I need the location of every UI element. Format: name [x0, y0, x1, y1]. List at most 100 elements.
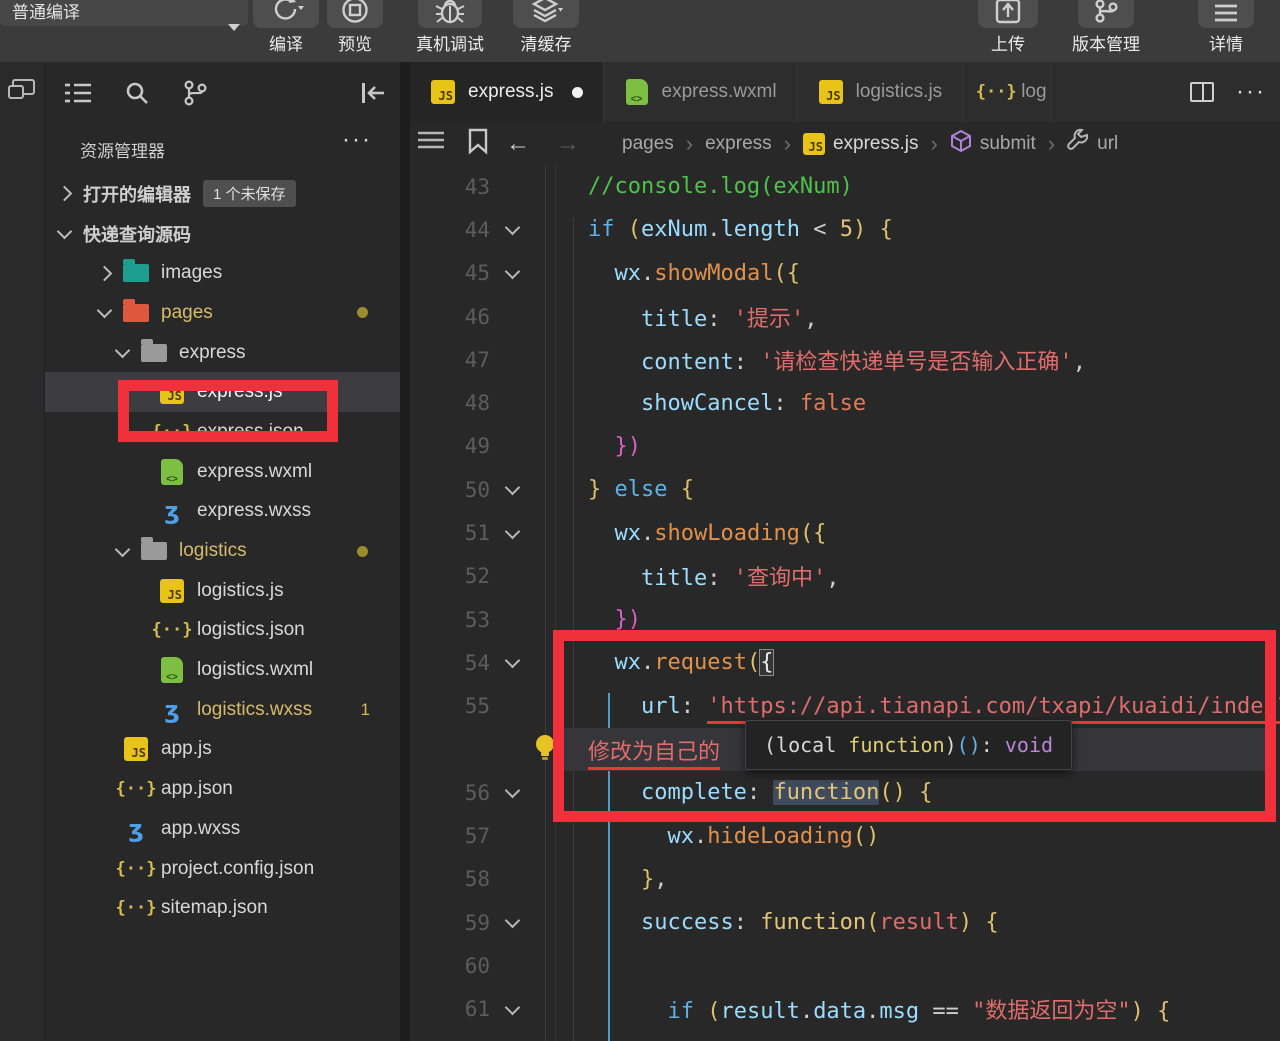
code-line-47[interactable]: 47 content: '请检查快递单号是否输入正确',: [410, 338, 1280, 381]
toolbar-label[interactable]: 详情: [1166, 30, 1280, 55]
code-token: wx: [614, 261, 641, 286]
breadcrumb-item-pages[interactable]: pages: [622, 133, 674, 155]
explorer-more-actions[interactable]: ···: [342, 126, 372, 154]
上传-button[interactable]: [978, 0, 1038, 28]
breadcrumb-item-express.js[interactable]: JSexpress.js: [803, 133, 919, 155]
code-line-51[interactable]: 51 wx.showLoading({: [410, 511, 1280, 554]
tree-item-logistics[interactable]: logistics: [45, 531, 400, 571]
code-token: wx: [667, 824, 694, 849]
fold-chevron-icon[interactable]: [490, 919, 535, 926]
清缓存-button[interactable]: [513, 0, 579, 28]
code-line-49[interactable]: 49 }): [410, 425, 1280, 468]
code-token: 5: [840, 217, 853, 242]
详情-button[interactable]: [1198, 0, 1254, 28]
code-line-61[interactable]: 61 if (result.data.msg == "数据返回为空") {: [410, 988, 1280, 1031]
pages-folder-icon: [123, 304, 149, 322]
fold-chevron-icon[interactable]: [490, 226, 535, 233]
toolbar-label[interactable]: 版本管理: [1046, 30, 1166, 55]
simulator-toggle-icon[interactable]: [8, 78, 36, 102]
menu-icon: [1213, 2, 1239, 24]
code-view[interactable]: 43 //console.log(exNum)44 if (exNum.leng…: [410, 165, 1280, 1041]
tree-item-express.wxml[interactable]: <>express.wxml: [45, 452, 400, 492]
tree-item-logistics.wxss[interactable]: ʒlogistics.wxss1: [45, 690, 400, 730]
chevron-down-icon: [117, 349, 141, 356]
split-editor-icon[interactable]: [1190, 82, 1214, 102]
code-line-50[interactable]: 50 } else {: [410, 468, 1280, 511]
file-label: express.wxss: [197, 500, 311, 522]
fold-chevron-icon[interactable]: [490, 486, 535, 493]
json-file-icon: {··}: [116, 859, 157, 879]
code-token: <: [800, 217, 840, 242]
code-token: [614, 217, 627, 242]
版本管理-button[interactable]: [1078, 0, 1134, 28]
tree-item-express.wxss[interactable]: ʒexpress.wxss: [45, 492, 400, 532]
tab-express.js[interactable]: JS express.js: [410, 62, 604, 122]
code-token: if: [667, 999, 694, 1024]
code-line-44[interactable]: 44 if (exNum.length < 5) {: [410, 208, 1280, 251]
navigate-forward-icon[interactable]: →: [556, 130, 580, 158]
file-label: images: [161, 262, 222, 284]
tree-item-logistics.wxml[interactable]: <>logistics.wxml: [45, 650, 400, 690]
tree-item-pages[interactable]: pages: [45, 293, 400, 333]
compile-mode-dropdown[interactable]: 普通编译: [0, 0, 248, 26]
navigate-back-icon[interactable]: ←: [506, 130, 530, 158]
bookmark-icon[interactable]: [468, 128, 488, 160]
toolbar-label[interactable]: 清缓存: [486, 30, 606, 55]
tab-express.wxml[interactable]: <> express.wxml: [604, 62, 798, 122]
search-icon[interactable]: [125, 81, 149, 105]
code-token: [535, 261, 614, 286]
editor-more-actions-icon[interactable]: ···: [1236, 78, 1266, 106]
预览-button[interactable]: [327, 0, 383, 28]
code-line-60[interactable]: 60: [410, 944, 1280, 987]
tree-item-app.wxss[interactable]: ʒapp.wxss: [45, 809, 400, 849]
fold-chevron-icon[interactable]: [490, 530, 535, 537]
breadcrumb-item-submit[interactable]: submit: [950, 129, 1036, 159]
code-token: [1144, 999, 1157, 1024]
code-line-43[interactable]: 43 //console.log(exNum): [410, 165, 1280, 208]
tree-indent: [135, 506, 159, 517]
tree-indent: [135, 665, 159, 676]
tree-item-logistics.js[interactable]: JSlogistics.js: [45, 571, 400, 611]
file-label: express: [179, 342, 246, 364]
collapse-sidebar-icon[interactable]: [360, 82, 386, 104]
sidebar-section-打开的编辑器[interactable]: 打开的编辑器1 个未保存: [45, 174, 400, 214]
git-branch-icon[interactable]: [183, 80, 207, 106]
open-editors-list-icon[interactable]: [65, 82, 91, 104]
code-line-45[interactable]: 45 wx.showModal({: [410, 252, 1280, 295]
tree-item-sitemap.json[interactable]: {··}sitemap.json: [45, 888, 400, 928]
js-file-icon: JS: [803, 133, 825, 155]
code-line-46[interactable]: 46 title: '提示',: [410, 295, 1280, 338]
code-token: false: [800, 391, 866, 416]
tree-item-project.config.json[interactable]: {··}project.config.json: [45, 849, 400, 889]
outline-list-icon[interactable]: [418, 130, 444, 158]
code-line-52[interactable]: 52 title: '查询中',: [410, 555, 1280, 598]
tab-log[interactable]: {··} log: [963, 62, 1051, 122]
sidebar-section-快递查询源码[interactable]: 快递查询源码: [45, 214, 400, 254]
unsaved-dot[interactable]: [572, 87, 583, 98]
fold-chevron-icon[interactable]: [490, 270, 535, 277]
code-line-58[interactable]: 58 },: [410, 858, 1280, 901]
fold-chevron-icon[interactable]: [490, 1006, 535, 1013]
sidebar-editor-divider[interactable]: [400, 62, 410, 1041]
tree-item-app.json[interactable]: {··}app.json: [45, 769, 400, 809]
code-token: .: [707, 217, 720, 242]
tree-item-express[interactable]: express: [45, 333, 400, 373]
code-line-59[interactable]: 59 success: function(result) {: [410, 901, 1280, 944]
tab-logistics.js[interactable]: JS logistics.js: [798, 62, 964, 122]
fold-chevron-icon[interactable]: [490, 659, 535, 666]
tree-item-app.js[interactable]: JSapp.js: [45, 730, 400, 770]
tree-item-images[interactable]: images: [45, 253, 400, 293]
code-line-48[interactable]: 48 showCancel: false: [410, 381, 1280, 424]
sidebar: 资源管理器 ··· 打开的编辑器1 个未保存 快递查询源码 images pag…: [45, 62, 400, 1041]
真机调试-button[interactable]: [418, 0, 482, 28]
编译-button[interactable]: [253, 0, 319, 28]
code-token: //console.log(exNum): [588, 174, 853, 199]
code-token: {: [681, 477, 694, 502]
js-file-icon: JS: [124, 737, 148, 761]
tree-item-logistics.json[interactable]: {··}logistics.json: [45, 611, 400, 651]
file-label: sitemap.json: [161, 897, 268, 919]
breadcrumb-item-express[interactable]: express: [705, 133, 772, 155]
tab-label: express.js: [468, 81, 554, 103]
fold-chevron-icon[interactable]: [490, 789, 535, 796]
breadcrumb-item-url[interactable]: url: [1067, 130, 1118, 158]
